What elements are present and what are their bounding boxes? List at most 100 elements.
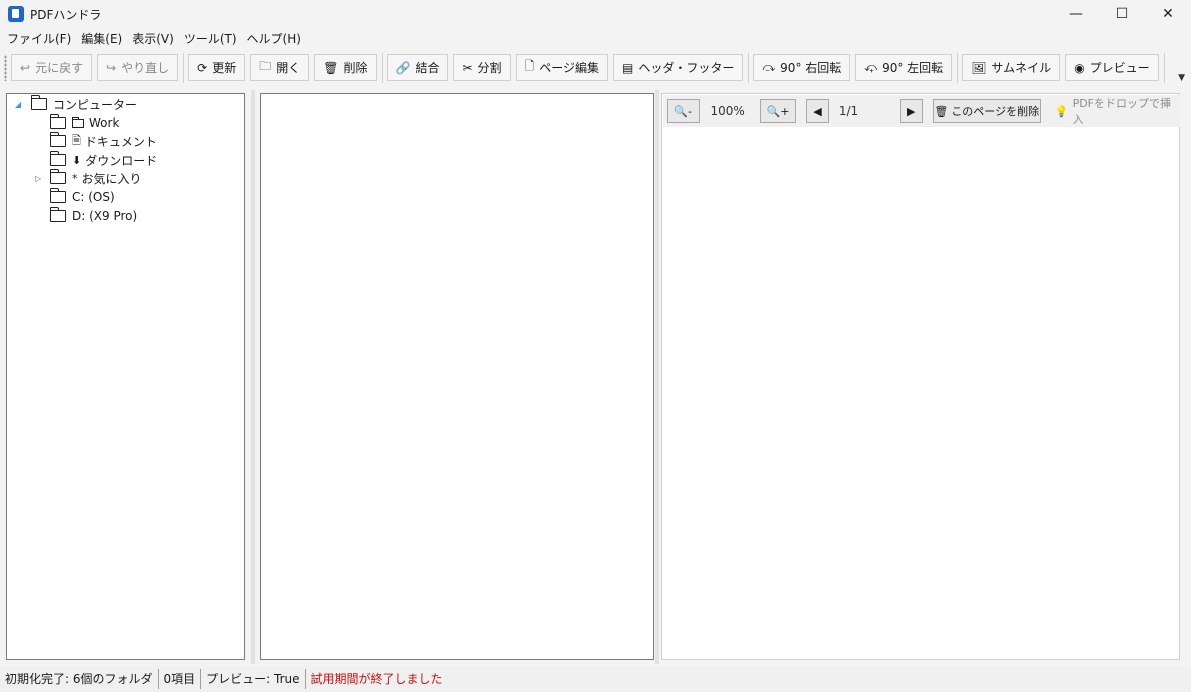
zoom-in-icon: 🔍 [766, 104, 781, 118]
header-footer-icon: ▤ [621, 60, 634, 75]
toolbar-separator [748, 52, 750, 83]
folder-icon [49, 207, 66, 222]
tree-item-favorites[interactable]: * お気に入り [49, 169, 142, 187]
page-edit-label: ページ編集 [539, 61, 599, 75]
folder-icon [49, 114, 66, 129]
status-item-count: 0項目 [163, 672, 196, 686]
folder-icon [49, 151, 66, 166]
tree-item-label: D: (X9 Pro) [72, 209, 138, 223]
zoom-level: 100% [710, 104, 745, 118]
page-icon: 🗋 [524, 59, 535, 73]
redo-button[interactable]: ↪ やり直し [97, 54, 179, 81]
merge-label: 結合 [415, 61, 440, 75]
toolbar-separator [1163, 52, 1165, 83]
menu-view[interactable]: 表示(V) [127, 29, 179, 49]
prev-page-button[interactable]: ◀ [806, 99, 829, 123]
tree-item-computer[interactable]: コンピューター [30, 95, 137, 113]
thumbnail-label: サムネイル [991, 61, 1052, 75]
rotate-left-label: 90° 左回転 [882, 61, 944, 75]
splitter-right[interactable] [655, 90, 659, 664]
tree-item-drive-d[interactable]: D: (X9 Pro) [49, 207, 138, 225]
toolbar: ↩ 元に戻す ↪ やり直し ⟳ 更新 🗀 開く 🗑 削除 🔗 結合 ✂ 分割 🗋… [0, 49, 1191, 86]
trash-icon: 🗑 [323, 60, 339, 75]
next-page-button[interactable]: ▶ [899, 99, 923, 123]
lightbulb-icon: 💡 [1054, 104, 1069, 118]
document-icon: 🗎 [72, 133, 81, 147]
toolbar-separator [381, 52, 383, 83]
menu-tools[interactable]: ツール(T) [179, 29, 242, 49]
tree-item-label: お気に入り [81, 171, 142, 186]
rotate-right-icon: ⤼ [762, 60, 776, 74]
tree-item-work[interactable]: Work [49, 114, 119, 132]
preview-label: プレビュー [1089, 61, 1150, 75]
expanded-arrow-icon[interactable]: ◢ [15, 100, 21, 109]
preview-pane: 🔍 - 100% 🔍 + ◀ 1/1 ▶ 🗑 このページを削除 💡 PDFをドロップ… [661, 93, 1180, 660]
open-button[interactable]: 🗀 開く [250, 54, 310, 81]
delete-button[interactable]: 🗑 削除 [314, 54, 377, 81]
open-label: 開く [276, 61, 301, 75]
window-title: PDFハンドラ [30, 7, 102, 22]
tree-item-label: C: (OS) [72, 190, 115, 204]
refresh-label: 更新 [212, 61, 237, 75]
undo-icon: ↩ [20, 60, 31, 75]
trash-icon: 🗑 [934, 104, 949, 118]
folder-tree[interactable]: ◢ コンピューター Work 🗎 ドキュメント ⬇ ダウンロード ▷ * お気に… [6, 93, 245, 660]
triangle-left-icon: ◀ [813, 104, 822, 118]
header-footer-label: ヘッダ・フッター [638, 61, 735, 75]
header-footer-button[interactable]: ▤ ヘッダ・フッター [612, 54, 744, 81]
status-trial: 試用期間が終了しました [310, 672, 443, 686]
window-controls: — ☐ ✕ [1053, 0, 1191, 28]
thumbnail-button[interactable]: 🖼 サムネイル [962, 54, 1061, 81]
zoom-in-label: + [780, 104, 790, 118]
splitter-left[interactable] [251, 90, 255, 664]
scissors-icon: ✂ [462, 60, 473, 75]
preview-button[interactable]: ◉ プレビュー [1065, 54, 1159, 81]
menu-file[interactable]: ファイル(F) [2, 29, 76, 49]
folder-icon [49, 132, 66, 147]
tree-item-documents[interactable]: 🗎 ドキュメント [49, 132, 157, 150]
toolbar-separator [183, 52, 185, 83]
folder-icon [30, 95, 47, 110]
folder-icon [49, 169, 66, 184]
split-button[interactable]: ✂ 分割 [453, 54, 511, 81]
tree-item-downloads[interactable]: ⬇ ダウンロード [49, 151, 158, 169]
status-init: 初期化完了: 6個のフォルダ [5, 672, 153, 686]
page-edit-button[interactable]: 🗋 ページ編集 [515, 54, 608, 81]
rotate-right-button[interactable]: ⤼ 90° 右回転 [753, 54, 851, 81]
drop-hint-label: PDFをドロップで挿入 [1072, 97, 1172, 126]
folder-icon [71, 116, 84, 128]
tree-item-label: ダウンロード [85, 153, 158, 168]
rotate-left-button[interactable]: ⤽ 90° 左回転 [855, 54, 953, 81]
zoom-in-button[interactable]: 🔍 + [759, 99, 797, 123]
merge-button[interactable]: 🔗 結合 [386, 54, 449, 81]
undo-label: 元に戻す [35, 61, 84, 75]
refresh-button[interactable]: ⟳ 更新 [188, 54, 246, 81]
undo-button[interactable]: ↩ 元に戻す [11, 54, 93, 81]
status-bar: 初期化完了: 6個のフォルダ 0項目 プレビュー: True 試用期間が終了しま… [0, 666, 1191, 692]
menu-help[interactable]: ヘルプ(H) [242, 29, 306, 49]
redo-label: やり直し [121, 61, 170, 75]
folder-open-icon: 🗀 [259, 59, 272, 73]
collapsed-arrow-icon[interactable]: ▷ [35, 174, 41, 183]
refresh-icon: ⟳ [197, 60, 208, 75]
folder-icon [49, 188, 66, 203]
rotate-right-label: 90° 右回転 [780, 61, 842, 75]
zoom-out-icon: 🔍 [674, 104, 689, 118]
file-list[interactable] [260, 93, 654, 660]
triangle-right-icon: ▶ [906, 104, 916, 118]
tree-item-drive-c[interactable]: C: (OS) [49, 188, 115, 206]
download-icon: ⬇ [72, 153, 82, 167]
toolbar-overflow-icon[interactable]: ▼ [1178, 73, 1185, 83]
minimize-button[interactable]: — [1053, 0, 1099, 28]
drop-hint: 💡 PDFをドロップで挿入 [1055, 95, 1180, 127]
zoom-out-label: - [688, 104, 693, 118]
menu-edit[interactable]: 編集(E) [76, 29, 127, 49]
toolbar-grip[interactable] [4, 54, 7, 81]
zoom-out-button[interactable]: 🔍 - [667, 99, 700, 123]
delete-page-button[interactable]: 🗑 このページを削除 [932, 99, 1041, 123]
close-button[interactable]: ✕ [1145, 0, 1191, 28]
page-indicator: 1/1 [838, 104, 859, 118]
status-preview: プレビュー: True [206, 672, 300, 686]
maximize-button[interactable]: ☐ [1099, 0, 1145, 28]
toolbar-separator [957, 52, 959, 83]
